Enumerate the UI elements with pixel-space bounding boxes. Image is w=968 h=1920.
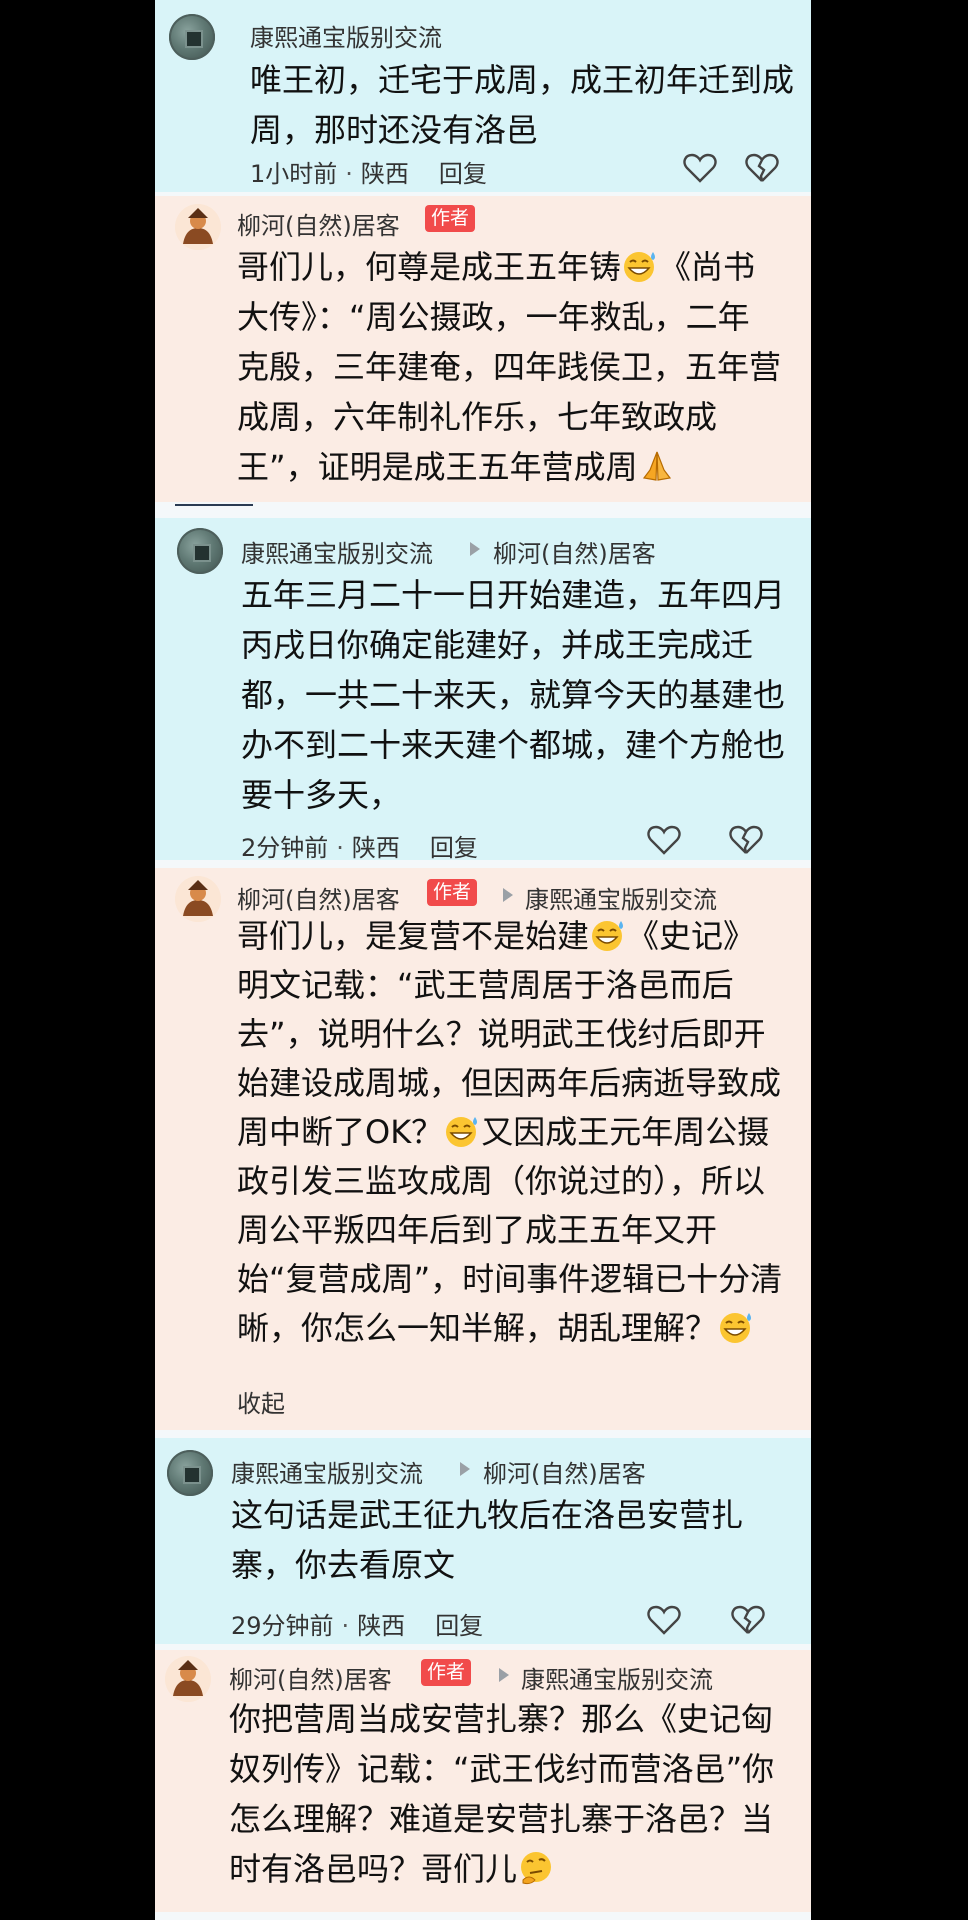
reply-to-username[interactable]: 康熙通宝版别交流 xyxy=(521,1660,713,1695)
folded-hands-emoji-icon xyxy=(642,451,671,481)
reply-to-username[interactable]: 柳河(自然)居客 xyxy=(493,534,656,569)
reply-arrow-icon xyxy=(460,1462,470,1476)
timestamp: 2分钟前 xyxy=(241,834,329,860)
person-avatar-icon[interactable] xyxy=(165,1656,211,1702)
comment-text: 这句话是武王征九牧后在洛邑安营扎 寨，你去看原文 xyxy=(231,1490,743,1590)
reply-to-username[interactable]: 康熙通宝版别交流 xyxy=(525,880,717,915)
username[interactable]: 柳河(自然)居客 xyxy=(237,880,400,915)
comment-line: 这句话是武王征九牧后在洛邑安营扎 xyxy=(231,1496,744,1534)
grin-sweat-emoji-icon xyxy=(624,252,656,282)
comment-line: 周中断了OK？ 又因成王元年周公摄 xyxy=(237,1113,770,1151)
comment-line: 办不到二十来天建个都城，建个方舱也 xyxy=(241,726,786,764)
reply-to-username[interactable]: 柳河(自然)居客 xyxy=(483,1454,646,1489)
comment-line: 时有洛邑吗？哥们儿 xyxy=(229,1844,774,1894)
timestamp: 29分钟前 xyxy=(231,1612,334,1640)
comment-line: 大传》：“周公摄政，一年救乱，二年 xyxy=(237,298,750,336)
comment-text: 哥们儿，何尊是成王五年铸 《尚书 大传》：“周公摄政，一年救乱，二年 克殷，三年建… xyxy=(237,242,781,492)
comment-card: 柳河(自然)居客 作者 哥们儿，何尊是成王五年铸 《尚书 大传》：“周公摄政，一年… xyxy=(155,196,811,502)
comment-line: 都，一共二十来天，就算今天的基建也 xyxy=(241,676,786,714)
username[interactable]: 康熙通宝版别交流 xyxy=(241,534,433,569)
reply-arrow-icon xyxy=(499,1668,509,1682)
comment-line: 要十多天， xyxy=(241,776,402,814)
comment-line: 唯王初，迁宅于成周，成王初年迁到成 xyxy=(250,61,795,99)
username[interactable]: 康熙通宝版别交流 xyxy=(231,1454,423,1489)
comment-line: 克殷，三年建奄，四年践侯卫，五年营 xyxy=(237,348,782,386)
heart-icon[interactable] xyxy=(683,152,717,184)
comment-line: 始“复营成周”，时间事件逻辑已十分清 xyxy=(237,1260,783,1298)
comment-line: 政引发三监攻成周（你说过的），所以 xyxy=(237,1162,766,1200)
comment-line: 王”，证明是成王五年营成周 xyxy=(237,442,781,492)
timestamp: 1小时前 xyxy=(250,160,338,188)
coin-avatar-icon xyxy=(185,30,203,48)
comment-line: 怎么理解？难道是安营扎寨于洛邑？当 xyxy=(229,1800,774,1838)
comment-line: 丙戌日你确定能建好，并成王完成迁 xyxy=(241,626,754,664)
grin-sweat-emoji-icon xyxy=(592,921,624,951)
location: 陕西 xyxy=(351,834,400,860)
comment-line: 晰，你怎么一知半解，胡乱理解？ xyxy=(237,1304,782,1353)
person-avatar-icon[interactable] xyxy=(175,204,221,250)
comment-card: 康熙通宝版别交流 唯王初，迁宅于成周，成王初年迁到成 周，那时还没有洛邑 1小时… xyxy=(155,0,811,192)
comment-line: 周公平叛四年后到了成王五年又开 xyxy=(237,1211,718,1249)
comment-meta: 29分钟前 · 陕西 回复 xyxy=(231,1612,484,1640)
collapse-button[interactable]: 收起 xyxy=(237,1384,285,1419)
reply-arrow-icon xyxy=(470,542,480,556)
comment-line: 哥们儿，何尊是成王五年铸 《尚书 xyxy=(237,248,756,286)
heart-icon[interactable] xyxy=(647,824,681,856)
thinking-emoji-icon xyxy=(521,1852,552,1885)
author-badge: 作者 xyxy=(427,879,478,906)
grin-sweat-emoji-icon xyxy=(446,1117,478,1147)
comment-line: 哥们儿，是复营不是始建 《史记》 xyxy=(237,917,756,955)
comment-text: 你把营周当成安营扎寨？那么《史记匈 奴列传》记载：“武王伐纣而营洛邑”你 怎么理… xyxy=(229,1694,774,1894)
comment-line: 奴列传》记载：“武王伐纣而营洛邑”你 xyxy=(229,1750,775,1788)
comment-meta: 2分钟前 · 陕西 回复 xyxy=(241,834,478,860)
comment-card: 柳河(自然)居客 作者 康熙通宝版别交流 哥们儿，是复营不是始建 《史记》 明文记… xyxy=(155,868,811,1430)
comment-line: 五年三月二十一日开始建造，五年四月 xyxy=(241,576,786,614)
author-badge: 作者 xyxy=(425,205,476,232)
reply-button[interactable]: 回复 xyxy=(430,834,478,860)
comment-line: 周，那时还没有洛邑 xyxy=(250,111,539,149)
username[interactable]: 柳河(自然)居客 xyxy=(237,206,400,241)
comment-line: 明文记载：“武王营周居于洛邑而后 xyxy=(237,966,734,1004)
location: 陕西 xyxy=(360,160,409,188)
coin-avatar-icon xyxy=(183,1466,201,1484)
heartbreak-icon[interactable] xyxy=(745,152,779,184)
user-avatar[interactable] xyxy=(177,528,223,574)
location: 陕西 xyxy=(357,1612,406,1640)
person-avatar-icon[interactable] xyxy=(175,876,221,922)
username[interactable]: 柳河(自然)居客 xyxy=(229,1660,392,1695)
comment-text: 唯王初，迁宅于成周，成王初年迁到成 周，那时还没有洛邑 xyxy=(250,55,794,155)
author-badge: 作者 xyxy=(421,1659,472,1686)
comment-line: 去”，说明什么？说明武王伐纣后即开 xyxy=(237,1015,766,1053)
comment-text: 五年三月二十一日开始建造，五年四月 丙戌日你确定能建好，并成王完成迁 都，一共二… xyxy=(241,570,785,820)
grin-sweat-emoji-icon xyxy=(720,1313,752,1343)
comment-card: 康熙通宝版别交流 柳河(自然)居客 五年三月二十一日开始建造，五年四月 丙戌日你… xyxy=(155,518,811,860)
comment-text: 哥们儿，是复营不是始建 《史记》 明文记载：“武王营周居于洛邑而后 去”，说明什么… xyxy=(237,912,782,1353)
divider xyxy=(175,504,253,506)
heartbreak-icon[interactable] xyxy=(731,1604,765,1636)
heartbreak-icon[interactable] xyxy=(729,824,763,856)
comment-line: 成周，六年制礼作乐，七年致政成 xyxy=(237,398,718,436)
comment-line: 始建设成周城，但因两年后病逝导致成 xyxy=(237,1064,782,1102)
comment-card: 康熙通宝版别交流 柳河(自然)居客 这句话是武王征九牧后在洛邑安营扎 寨，你去看… xyxy=(155,1438,811,1644)
username[interactable]: 康熙通宝版别交流 xyxy=(250,18,442,53)
reply-arrow-icon xyxy=(503,888,513,902)
comment-thread: 康熙通宝版别交流 唯王初，迁宅于成周，成王初年迁到成 周，那时还没有洛邑 1小时… xyxy=(155,0,811,1920)
reply-button[interactable]: 回复 xyxy=(439,160,487,188)
comment-line: 你把营周当成安营扎寨？那么《史记匈 xyxy=(229,1700,774,1738)
reply-button[interactable]: 回复 xyxy=(435,1612,483,1640)
comment-card: 柳河(自然)居客 作者 康熙通宝版别交流 你把营周当成安营扎寨？那么《史记匈 奴… xyxy=(155,1650,811,1912)
comment-meta: 1小时前 · 陕西 回复 xyxy=(250,160,487,188)
heart-icon[interactable] xyxy=(647,1604,681,1636)
user-avatar[interactable] xyxy=(169,14,215,60)
coin-avatar-icon xyxy=(193,544,211,562)
user-avatar[interactable] xyxy=(167,1450,213,1496)
comment-line: 寨，你去看原文 xyxy=(231,1546,456,1584)
